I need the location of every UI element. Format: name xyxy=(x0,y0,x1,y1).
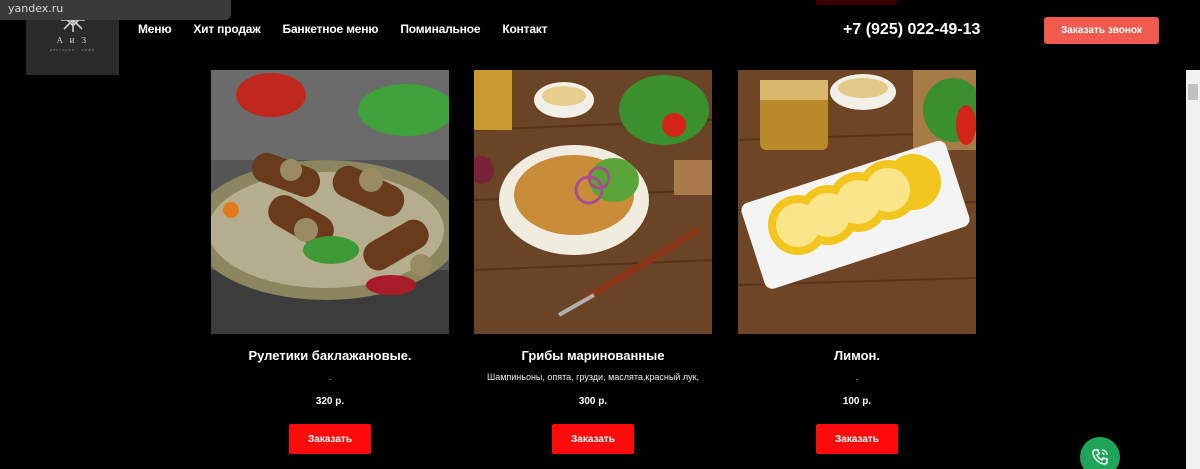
phone-number[interactable]: +7 (925) 022-49-13 xyxy=(843,21,980,39)
product-price: 100 р. xyxy=(842,396,872,407)
product-photo-marinated-mushrooms[interactable] xyxy=(474,70,712,334)
product-title: Лимон. xyxy=(834,348,880,363)
request-callback-button[interactable]: Заказать звонок xyxy=(1044,17,1159,44)
header-decor-strip xyxy=(816,0,897,5)
product-description: Шампиньоны, опята, грузди, маслята,красн… xyxy=(486,372,700,382)
nav-bestsellers[interactable]: Хит продаж xyxy=(193,22,260,36)
nav-banquet-menu[interactable]: Банкетное меню xyxy=(283,22,379,36)
product-price: 300 р. xyxy=(578,396,608,407)
nav-memorial[interactable]: Поминальное xyxy=(400,22,480,36)
product-card: Грибы маринованные Шампиньоны, опята, гр… xyxy=(474,70,712,454)
order-button[interactable]: Заказать xyxy=(552,424,634,454)
order-button[interactable]: Заказать xyxy=(816,424,898,454)
nav-menu[interactable]: Меню xyxy=(138,22,172,36)
product-photo-lemon[interactable] xyxy=(738,70,976,334)
product-title: Рулетики баклажановые. xyxy=(248,348,412,363)
product-title: Грибы маринованные xyxy=(521,348,665,363)
logo-subtitle: ресторан · кафе xyxy=(49,47,96,52)
call-button[interactable] xyxy=(1080,437,1120,469)
phone-call-icon xyxy=(1092,449,1108,465)
order-button[interactable]: Заказать xyxy=(289,424,371,454)
main-nav: Меню Хит продаж Банкетное меню Поминальн… xyxy=(138,22,569,36)
logo-text: А и З xyxy=(56,36,89,45)
scrollbar-thumb[interactable] xyxy=(1188,84,1198,100)
nav-contact[interactable]: Контакт xyxy=(502,22,547,36)
product-description: . xyxy=(855,372,859,382)
product-description: . xyxy=(328,372,332,382)
product-photo-eggplant-rolls[interactable] xyxy=(211,70,449,334)
product-price: 320 р. xyxy=(315,396,345,407)
product-card: Лимон. . 100 р. Заказать xyxy=(738,70,976,454)
page-scrollbar[interactable] xyxy=(1186,70,1200,469)
url-status-tooltip: yandex.ru xyxy=(0,0,231,20)
product-card: Рулетики баклажановые. . 320 р. Заказать xyxy=(211,70,449,454)
